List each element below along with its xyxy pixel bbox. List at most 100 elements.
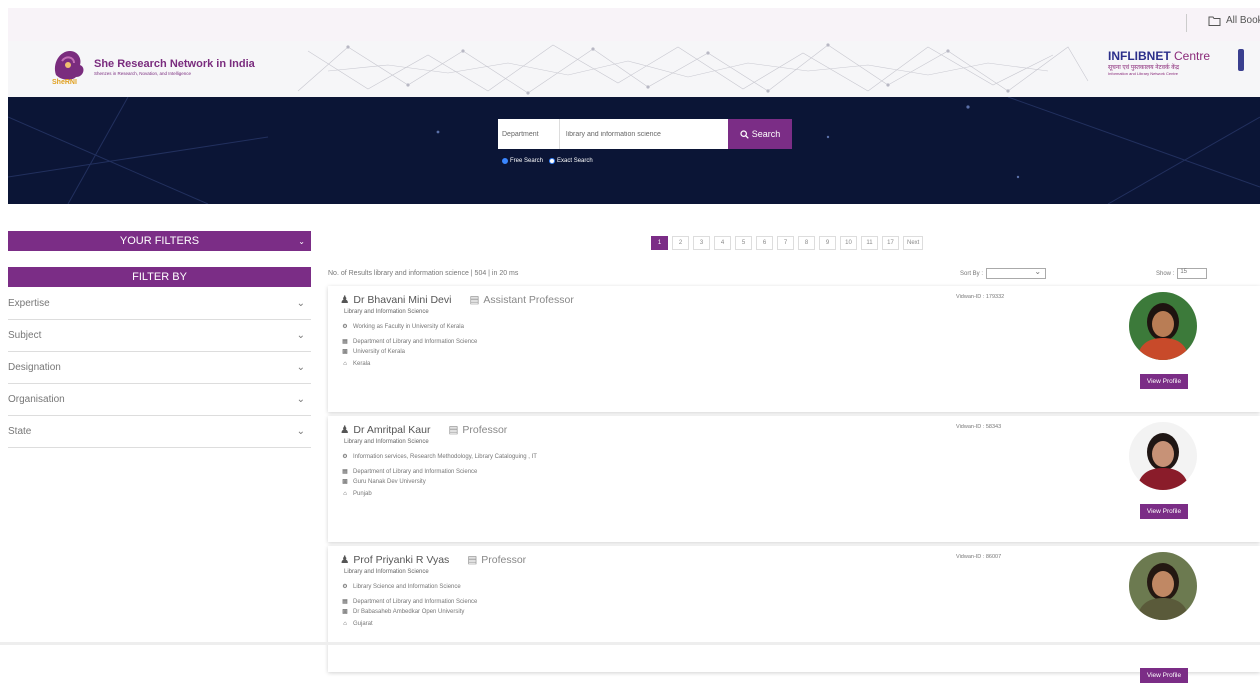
sort-label: Sort By : — [960, 270, 984, 277]
building-icon: ▩ — [342, 609, 348, 615]
exact-search-radio[interactable]: Exact Search — [549, 158, 593, 164]
view-profile-button[interactable]: View Profile — [1140, 374, 1188, 389]
radio-unselected-icon — [549, 158, 556, 164]
pagination-page[interactable]: 5 — [735, 236, 752, 250]
show-select[interactable]: 15 — [1177, 268, 1208, 279]
expert-card: ♟ Dr Bhavani Mini Devi ▤ Assistant Profe… — [328, 286, 1260, 412]
pagination-page[interactable]: 11 — [861, 236, 878, 250]
pagination-page[interactable]: 7 — [777, 236, 794, 250]
search-field-select[interactable]: Department — [498, 119, 560, 149]
vidwan-id: Vidwan-ID : 58343 — [956, 424, 1002, 430]
your-filters-bar[interactable]: YOUR FILTERS ⌄ — [8, 231, 311, 251]
expert-designation: ▤ Assistant Professor — [469, 294, 574, 306]
expert-university: ▩ Guru Nanak Dev University — [342, 478, 426, 486]
home-icon: ⌂ — [343, 621, 347, 627]
folder-icon — [1208, 16, 1221, 26]
chevron-down-icon: ⌄ — [1034, 267, 1042, 276]
vidwan-id: Vidwan-ID : 86007 — [956, 554, 1002, 560]
your-filters-label: YOUR FILTERS — [119, 235, 200, 247]
expert-department: ▦ Department of Library and Information S… — [342, 468, 478, 476]
briefcase-icon: ▤ — [469, 294, 480, 306]
partner-name: INFLIBNET Centre — [1108, 49, 1211, 63]
briefcase-icon: ▤ — [467, 554, 478, 566]
top-bar: All Books — [8, 8, 1260, 41]
filter-organisation[interactable]: Organisation ⌄ — [8, 384, 311, 416]
expert-card: ♟ Dr Amritpal Kaur ▤ Professor Library a… — [328, 416, 1260, 542]
briefcase-icon: ▤ — [448, 424, 459, 436]
partner-suffix: Centre — [1174, 49, 1211, 63]
org-subtitle: Shenzes in Research, Novation, and Intel… — [94, 71, 192, 76]
building-icon: ▩ — [342, 479, 348, 485]
pagination-page[interactable]: 9 — [819, 236, 836, 250]
filter-designation[interactable]: Designation ⌄ — [8, 352, 311, 384]
pagination-page[interactable]: 8 — [798, 236, 815, 250]
sitemap-icon: ▦ — [342, 599, 348, 605]
filter-expertise[interactable]: Expertise ⌄ — [8, 288, 311, 320]
hero-background-pattern — [8, 97, 1260, 204]
expert-photo — [1129, 292, 1197, 360]
pagination-page[interactable]: 2 — [672, 236, 689, 250]
expert-discipline: Library and Information Science — [344, 309, 429, 315]
free-search-radio[interactable]: Free Search — [502, 158, 543, 164]
filter-by-header: FILTER BY — [8, 267, 311, 287]
sherni-logo[interactable]: SheRNI She Research Network in India She… — [46, 45, 255, 89]
chevron-down-icon: ⌄ — [296, 362, 305, 373]
sherni-emblem: SheRNI — [46, 45, 88, 89]
expert-name[interactable]: ♟ Dr Amritpal Kaur ▤ Professor — [340, 424, 507, 436]
gear-icon: ⚙ — [342, 584, 348, 590]
sitemap-icon: ▦ — [342, 469, 348, 475]
sort-select[interactable]: ⌄ — [986, 267, 1047, 279]
user-icon: ♟ — [340, 554, 350, 566]
expert-university: ▩ University of Kerala — [342, 348, 406, 356]
show-control: Show : 15 — [1156, 268, 1208, 279]
chevron-down-icon: ⌄ — [296, 426, 305, 437]
top-bar-separator — [1186, 14, 1187, 32]
show-label: Show : — [1156, 270, 1175, 277]
chevron-down-icon: ⌄ — [298, 236, 305, 246]
filter-subject[interactable]: Subject ⌄ — [8, 320, 311, 352]
expert-expertise: ⚙ Library Science and Information Science — [342, 583, 461, 591]
chevron-down-icon: ⌄ — [296, 298, 305, 309]
sherni-logo-text: SheRNI — [52, 79, 77, 86]
pagination-page[interactable]: 1 — [651, 236, 668, 250]
inflibnet-logo[interactable]: INFLIBNET Centre सूचना एवं पुस्तकालय नेट… — [1108, 49, 1244, 76]
building-icon: ▩ — [342, 349, 348, 355]
view-profile-button[interactable]: View Profile — [1140, 668, 1188, 683]
gear-icon: ⚙ — [342, 454, 348, 460]
ashoka-emblem-icon — [1238, 49, 1244, 71]
expert-card: ♟ Prof Priyanki R Vyas ▤ Professor Libra… — [328, 546, 1260, 683]
vidwan-id: Vidwan-ID : 179332 — [956, 294, 1005, 300]
expert-photo — [1129, 552, 1197, 620]
search-button[interactable]: Search — [728, 119, 792, 149]
pagination-page[interactable]: 10 — [840, 236, 857, 250]
filter-state[interactable]: State ⌄ — [8, 416, 311, 448]
user-icon: ♟ — [340, 424, 350, 436]
expert-name[interactable]: ♟ Dr Bhavani Mini Devi ▤ Assistant Profe… — [340, 294, 574, 306]
view-profile-button[interactable]: View Profile — [1140, 504, 1188, 519]
home-icon: ⌂ — [343, 491, 347, 497]
site-header: SheRNI She Research Network in India She… — [8, 41, 1260, 97]
expert-discipline: Library and Information Science — [344, 569, 429, 575]
pagination-page[interactable]: 17 — [882, 236, 899, 250]
results-summary: No. of Results library and information s… — [328, 270, 519, 277]
all-books-link[interactable]: All Books — [1208, 15, 1260, 26]
search-button-label: Search — [751, 129, 781, 139]
expert-discipline: Library and Information Science — [344, 439, 429, 445]
pagination-page[interactable]: 6 — [756, 236, 773, 250]
expert-name[interactable]: ♟ Prof Priyanki R Vyas ▤ Professor — [340, 554, 526, 566]
all-books-label: All Books — [1226, 15, 1260, 26]
pagination-next[interactable]: Next — [903, 236, 924, 250]
pagination-page[interactable]: 3 — [693, 236, 710, 250]
search-input[interactable] — [560, 119, 728, 149]
user-icon: ♟ — [340, 294, 350, 306]
search-mode-options: Free Search Exact Search — [502, 158, 593, 164]
expert-department: ▦ Department of Library and Information S… — [342, 598, 478, 606]
expert-photo — [1129, 422, 1197, 490]
expert-university: ▩ Dr Babasaheb Ambedkar Open University — [342, 608, 465, 616]
pagination-page[interactable]: 4 — [714, 236, 731, 250]
chevron-down-icon: ⌄ — [296, 330, 305, 341]
partner-hindi: सूचना एवं पुस्तकालय नेटवर्क केंद्र — [1108, 65, 1180, 71]
sitemap-icon: ▦ — [342, 339, 348, 345]
expert-state: ⌂ Kerala — [343, 361, 371, 367]
expert-designation: ▤ Professor — [467, 554, 527, 566]
